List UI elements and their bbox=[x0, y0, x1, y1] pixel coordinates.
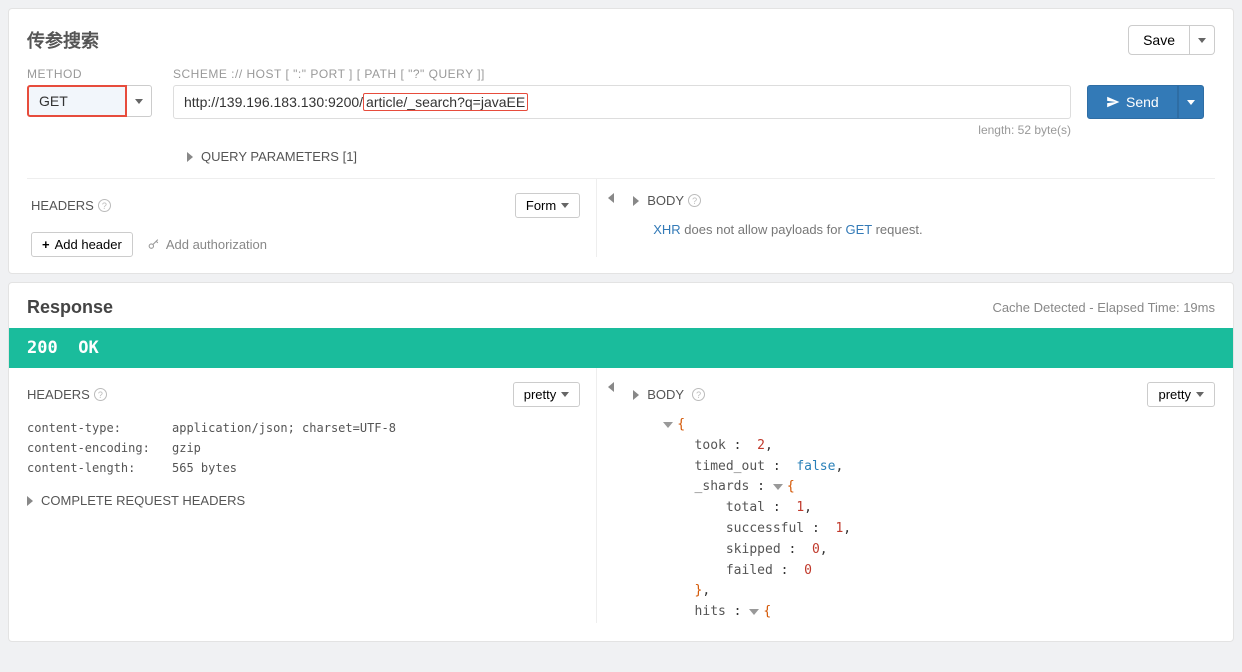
json-line: total : 1, bbox=[663, 498, 1215, 519]
caret-down-icon bbox=[1187, 100, 1195, 105]
split-divider bbox=[597, 179, 625, 257]
json-line: failed : 0 bbox=[663, 561, 1215, 582]
save-caret[interactable] bbox=[1190, 25, 1215, 55]
header-value: 565 bytes bbox=[172, 461, 237, 475]
caret-down-icon bbox=[561, 392, 569, 397]
add-header-button[interactable]: + Add header bbox=[31, 232, 133, 257]
status-text: OK bbox=[78, 338, 98, 358]
json-body: { took : 2, timed_out : false, _shards :… bbox=[633, 407, 1215, 623]
plus-icon: + bbox=[42, 237, 50, 252]
header-row: content-type:application/json; charset=U… bbox=[27, 421, 580, 435]
triangle-down-icon[interactable] bbox=[663, 422, 673, 428]
pretty-label: pretty bbox=[1158, 387, 1191, 402]
query-params-label: QUERY PARAMETERS [1] bbox=[201, 149, 357, 164]
response-split-divider bbox=[597, 368, 625, 623]
save-group: Save bbox=[1128, 25, 1215, 55]
help-icon[interactable]: ? bbox=[94, 388, 107, 401]
pretty-toggle-left[interactable]: pretty bbox=[513, 382, 581, 407]
key-icon bbox=[147, 238, 160, 251]
json-line: }, bbox=[663, 581, 1215, 602]
header-key: content-length: bbox=[27, 461, 172, 475]
send-label: Send bbox=[1126, 94, 1159, 110]
add-auth-button[interactable]: Add authorization bbox=[147, 237, 267, 252]
response-headers-list: content-type:application/json; charset=U… bbox=[27, 421, 580, 475]
triangle-right-icon[interactable] bbox=[633, 196, 639, 206]
method-select[interactable]: GET bbox=[27, 85, 157, 117]
pretty-label: pretty bbox=[524, 387, 557, 402]
triangle-down-icon[interactable] bbox=[749, 609, 759, 615]
triangle-left-icon[interactable] bbox=[608, 193, 614, 203]
body-section-label: BODY ? bbox=[647, 193, 701, 208]
header-value: gzip bbox=[172, 441, 201, 455]
request-panel: 传参搜索 Save METHOD GET SCHEME :// HOST [ "… bbox=[8, 8, 1234, 274]
triangle-right-icon bbox=[187, 152, 193, 162]
help-icon[interactable]: ? bbox=[692, 388, 705, 401]
method-caret[interactable] bbox=[127, 85, 152, 117]
caret-down-icon bbox=[135, 99, 143, 104]
method-label: METHOD bbox=[27, 67, 157, 81]
header-key: content-type: bbox=[27, 421, 172, 435]
send-button[interactable]: Send bbox=[1087, 85, 1178, 119]
url-plain-part: http://139.196.183.130:9200/ bbox=[184, 94, 363, 110]
save-button-label: Save bbox=[1143, 32, 1175, 48]
status-bar: 200 OK bbox=[9, 328, 1233, 368]
caret-down-icon bbox=[1196, 392, 1204, 397]
pretty-toggle-right[interactable]: pretty bbox=[1147, 382, 1215, 407]
form-label: Form bbox=[526, 198, 556, 213]
xhr-link[interactable]: XHR bbox=[653, 222, 680, 237]
help-icon[interactable]: ? bbox=[98, 199, 111, 212]
json-line: hits : { bbox=[663, 602, 1215, 623]
send-spacer bbox=[1087, 67, 1215, 81]
response-panel: Response Cache Detected - Elapsed Time: … bbox=[8, 282, 1234, 642]
body-label-text: BODY bbox=[647, 387, 684, 402]
headers-label-text: HEADERS bbox=[27, 387, 90, 402]
complete-headers-label: COMPLETE REQUEST HEADERS bbox=[41, 493, 245, 508]
complete-headers-toggle[interactable]: COMPLETE REQUEST HEADERS bbox=[27, 493, 580, 508]
header-value: application/json; charset=UTF-8 bbox=[172, 421, 396, 435]
url-highlight-part: article/_search?q=javaEE bbox=[363, 93, 528, 111]
header-row: content-length:565 bytes bbox=[27, 461, 580, 475]
method-value: GET bbox=[27, 85, 127, 117]
save-button[interactable]: Save bbox=[1128, 25, 1190, 55]
caret-down-icon bbox=[1198, 38, 1206, 43]
triangle-right-icon[interactable] bbox=[633, 390, 639, 400]
body-message: XHR does not allow payloads for GET requ… bbox=[633, 222, 1211, 237]
send-caret[interactable] bbox=[1178, 85, 1204, 119]
json-line: successful : 1, bbox=[663, 519, 1215, 540]
response-headers-label: HEADERS ? bbox=[27, 387, 107, 402]
panel-title: 传参搜索 bbox=[27, 27, 99, 53]
status-code: 200 bbox=[27, 338, 58, 358]
query-params-toggle[interactable]: QUERY PARAMETERS [1] bbox=[27, 149, 1215, 164]
body-label-text: BODY bbox=[647, 193, 684, 208]
body-msg-suffix: request. bbox=[872, 222, 923, 237]
headers-section-label: HEADERS ? bbox=[31, 198, 111, 213]
add-auth-label: Add authorization bbox=[166, 237, 267, 252]
get-link[interactable]: GET bbox=[845, 222, 872, 237]
response-title: Response bbox=[27, 297, 113, 318]
url-input[interactable]: http://139.196.183.130:9200/article/_sea… bbox=[173, 85, 1071, 119]
add-header-label: Add header bbox=[55, 237, 122, 252]
json-line: took : 2, bbox=[663, 436, 1215, 457]
url-label: SCHEME :// HOST [ ":" PORT ] [ PATH [ "?… bbox=[173, 67, 1071, 81]
json-line: timed_out : false, bbox=[663, 457, 1215, 478]
paper-plane-icon bbox=[1106, 95, 1120, 109]
form-toggle[interactable]: Form bbox=[515, 193, 580, 218]
url-length-label: length: 52 byte(s) bbox=[173, 123, 1071, 137]
body-msg-middle: does not allow payloads for bbox=[681, 222, 846, 237]
triangle-down-icon[interactable] bbox=[773, 484, 783, 490]
triangle-left-icon[interactable] bbox=[608, 382, 614, 392]
help-icon[interactable]: ? bbox=[688, 194, 701, 207]
header-row: content-encoding:gzip bbox=[27, 441, 580, 455]
triangle-right-icon bbox=[27, 496, 33, 506]
json-line: skipped : 0, bbox=[663, 540, 1215, 561]
response-meta: Cache Detected - Elapsed Time: 19ms bbox=[992, 300, 1215, 315]
caret-down-icon bbox=[561, 203, 569, 208]
json-line: _shards : { bbox=[663, 477, 1215, 498]
headers-label-text: HEADERS bbox=[31, 198, 94, 213]
header-key: content-encoding: bbox=[27, 441, 172, 455]
json-line: { bbox=[663, 415, 1215, 436]
